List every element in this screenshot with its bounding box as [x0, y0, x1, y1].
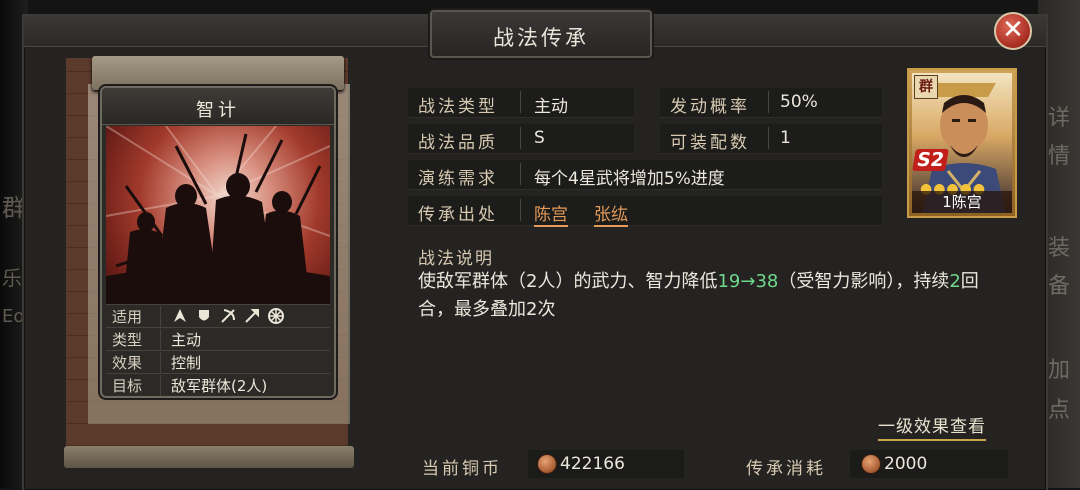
card-row-label: 适用 [106, 305, 161, 327]
tactic-quality-value: S [534, 128, 545, 148]
scroll-roller-top [92, 56, 344, 90]
source-general-link[interactable]: 张纮 [594, 200, 628, 227]
description-part: （受智力影响），持续 [778, 271, 950, 292]
card-row-value: 敌军群体(2人) [171, 376, 268, 395]
divider [768, 127, 769, 149]
cavalry-icon [174, 309, 186, 322]
card-row-type: 类型 主动 [106, 327, 330, 350]
rank-badge: S2 [912, 149, 949, 171]
card-row-effect: 效果 控制 [106, 350, 330, 373]
tactic-quality-label: 战法品质 [418, 133, 498, 153]
copper-coin-icon [538, 455, 556, 473]
copper-value: 422166 [560, 454, 625, 474]
divider [520, 91, 521, 113]
card-title: 智计 [196, 100, 240, 121]
card-row-value: 主动 [171, 330, 202, 349]
rounds-value: 2 [949, 271, 961, 292]
wheel-icon [268, 308, 284, 324]
inherit-cost-label: 传承消耗 [746, 459, 826, 479]
portrait-art: 群 S2 ●●●●● 1陈宫 [912, 73, 1012, 213]
card-row-label: 目标 [106, 374, 161, 396]
background-fragment: 乐 [2, 266, 22, 290]
bow-icon [221, 309, 235, 323]
divider [520, 127, 521, 149]
copper-label: 当前铜币 [422, 459, 502, 479]
shield-infantry-icon [199, 310, 209, 321]
spear-icon [245, 309, 259, 323]
general-name: 1陈宫 [912, 191, 1012, 213]
source-general-name[interactable]: 张纮 [594, 205, 628, 227]
scroll-roller-bottom [64, 446, 354, 468]
level-one-effect-link[interactable]: 一级效果查看 [878, 412, 986, 441]
equip-count-value: 1 [780, 128, 791, 148]
card-row-applicable: 适用 [106, 304, 330, 327]
divider [520, 199, 521, 221]
tactic-type-label: 战法类型 [418, 97, 498, 117]
training-requirement-label: 演练需求 [418, 169, 498, 189]
source-general-name[interactable]: 陈宫 [534, 205, 568, 227]
trigger-rate-label: 发动概率 [670, 97, 750, 117]
equip-count-label: 可装配数 [670, 133, 750, 153]
description-title: 战法说明 [418, 249, 494, 269]
card-row-label: 类型 [106, 328, 161, 350]
faction-badge: 群 [914, 75, 938, 99]
unit-type-icons [161, 307, 285, 325]
soldiers-silhouette-icon [106, 126, 330, 304]
inherit-source-label: 传承出处 [418, 205, 498, 225]
close-icon: ✕ [1002, 15, 1024, 45]
divider [520, 163, 521, 185]
card-info-table: 适用 类型 主动 效果 控制 目标 敌军群体(2人) [106, 304, 330, 396]
card-row-label: 效果 [106, 351, 161, 373]
card-row-target: 目标 敌军群体(2人) [106, 373, 330, 396]
divider [768, 91, 769, 113]
copper-coin-icon [862, 455, 880, 473]
card-row-value: 控制 [171, 353, 202, 372]
inherit-cost-value: 2000 [884, 454, 928, 474]
card-header: 智计 [102, 88, 334, 125]
tactic-type-value: 主动 [534, 97, 568, 117]
value-change: 19→38 [717, 271, 779, 292]
source-general-link[interactable]: 陈宫 [534, 200, 568, 227]
trigger-rate-value: 50% [780, 92, 818, 112]
tactic-card: 智计 适用 类型 主动 效果 控制 目标 敌军群体(2人) [100, 86, 336, 398]
training-requirement-value: 每个4星武将增加5%进度 [534, 169, 725, 189]
general-portrait[interactable]: 群 S2 ●●●●● 1陈宫 [907, 68, 1017, 218]
description-part: 使敌军群体（2人）的武力、智力降低 [418, 271, 718, 292]
tactic-artwork [106, 126, 330, 304]
dialog-title: 战法传承 [493, 26, 589, 50]
title-plate: 战法传承 [430, 10, 652, 58]
description-text: 使敌军群体（2人）的武力、智力降低19→38（受智力影响），持续2回合，最多叠加… [418, 268, 988, 324]
close-button[interactable]: ✕ [994, 12, 1032, 50]
